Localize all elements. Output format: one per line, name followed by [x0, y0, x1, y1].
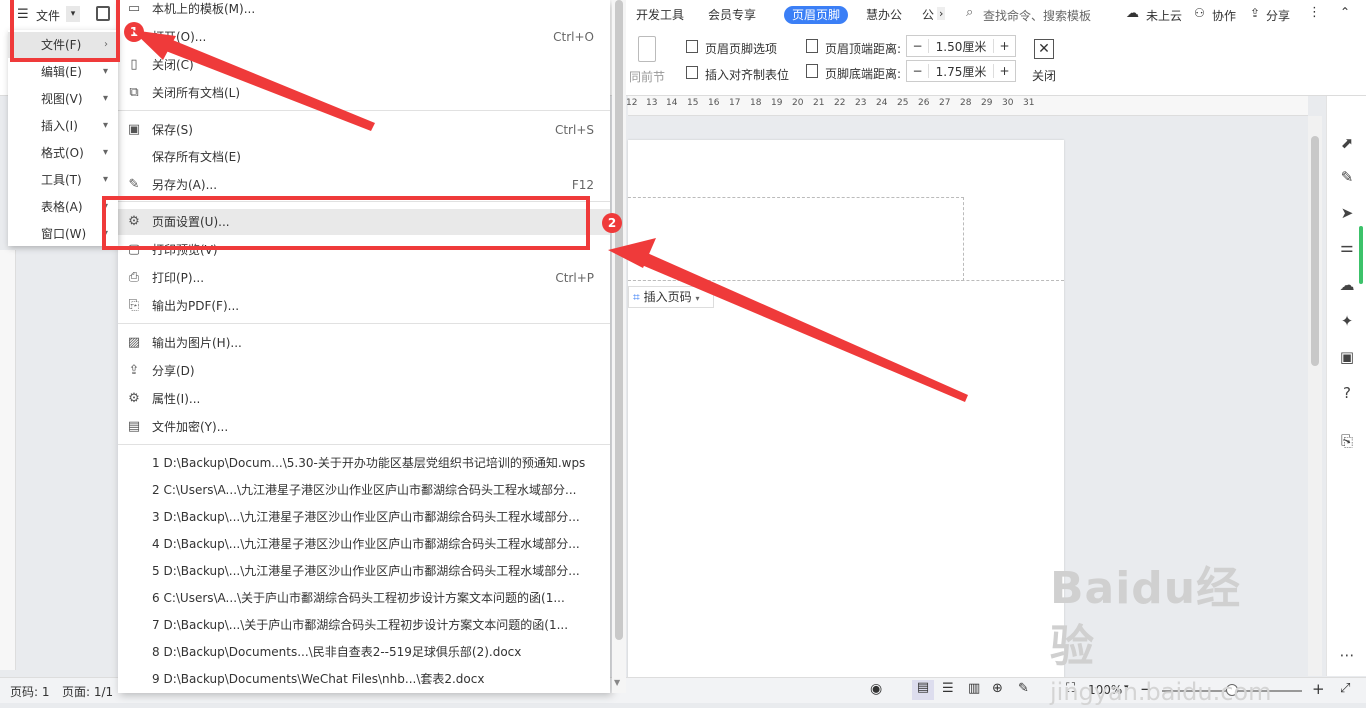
arrow-1	[153, 34, 375, 131]
arrow-1-head	[132, 30, 176, 60]
annotation-arrows	[132, 30, 968, 402]
arrow-2	[630, 248, 968, 402]
